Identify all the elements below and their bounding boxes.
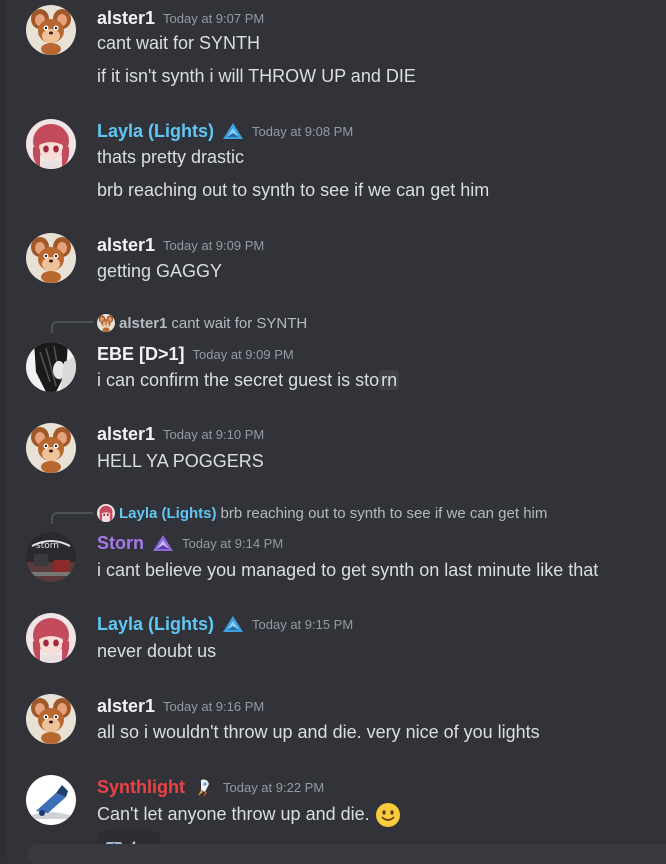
username[interactable]: alster1 xyxy=(97,696,155,717)
avatar-alster1[interactable] xyxy=(26,694,76,744)
message-header: alster1 Today at 9:09 PM xyxy=(97,233,264,257)
message-header: Layla (Lights) Today at 9:15 PM xyxy=(97,612,353,636)
timestamp[interactable]: Today at 9:15 PM xyxy=(252,617,353,632)
slightly-smiling-face-emoji-icon[interactable] xyxy=(375,802,401,828)
message-header: Synthlight Today at 9:22 PM xyxy=(97,775,324,799)
message-input-bar[interactable] xyxy=(28,844,666,864)
left-rail xyxy=(0,0,6,857)
avatar-layla[interactable] xyxy=(26,119,76,169)
username[interactable]: Synthlight xyxy=(97,777,185,798)
username[interactable]: alster1 xyxy=(97,424,155,445)
reply-preview[interactable]: alster1 cant wait for SYNTH xyxy=(97,313,307,333)
avatar-alster1[interactable] xyxy=(26,233,76,283)
username[interactable]: Layla (Lights) xyxy=(97,614,214,635)
highlighted-text: rn xyxy=(379,370,400,390)
username[interactable]: Storn xyxy=(97,533,144,554)
message-text: if it isn't synth i will THROW UP and DI… xyxy=(97,66,416,86)
rocket-role-icon[interactable] xyxy=(193,776,215,798)
message-header: alster1 Today at 9:16 PM xyxy=(97,694,264,718)
timestamp[interactable]: Today at 9:10 PM xyxy=(163,427,264,442)
username[interactable]: Layla (Lights) xyxy=(97,121,214,142)
role-triangle-icon[interactable] xyxy=(222,122,244,140)
reply-username[interactable]: alster1 xyxy=(119,315,167,332)
reply-username[interactable]: Layla (Lights) xyxy=(119,505,217,522)
avatar-ebe[interactable] xyxy=(26,342,76,392)
message-text: thats pretty drastic xyxy=(97,147,245,167)
reply-preview[interactable]: Layla (Lights) brb reaching out to synth… xyxy=(97,503,547,523)
message-text: HELL YA POGGERS xyxy=(97,451,264,471)
reply-spine xyxy=(51,512,93,524)
message-header: alster1 Today at 9:10 PM xyxy=(97,422,264,446)
message-text: i can confirm the secret guest is sto rn xyxy=(97,370,400,391)
username[interactable]: EBE [D>1] xyxy=(97,344,185,365)
message-text: i cant believe you managed to get synth … xyxy=(97,560,599,580)
avatar-alster1[interactable] xyxy=(26,423,76,473)
timestamp[interactable]: Today at 9:09 PM xyxy=(193,347,294,362)
role-triangle-icon[interactable] xyxy=(222,615,244,633)
username[interactable]: alster1 xyxy=(97,235,155,256)
message-header: Layla (Lights) Today at 9:08 PM xyxy=(97,119,353,143)
message-text-part: Can't let anyone throw up and die. xyxy=(97,803,370,824)
message-text: all so i wouldn't throw up and die. very… xyxy=(97,722,540,742)
timestamp[interactable]: Today at 9:14 PM xyxy=(182,536,283,551)
timestamp[interactable]: Today at 9:08 PM xyxy=(252,124,353,139)
reply-avatar xyxy=(97,314,115,332)
reply-spine xyxy=(51,321,93,333)
reply-avatar xyxy=(97,504,115,522)
reply-text[interactable]: cant wait for SYNTH xyxy=(171,315,307,332)
message-header: EBE [D>1] Today at 9:09 PM xyxy=(97,342,294,366)
timestamp[interactable]: Today at 9:16 PM xyxy=(163,699,264,714)
avatar-storn[interactable] xyxy=(26,532,76,582)
message-header: alster1 Today at 9:07 PM xyxy=(97,6,264,30)
message-header: Storn Today at 9:14 PM xyxy=(97,531,283,555)
message-text: never doubt us xyxy=(97,641,217,661)
message-text: cant wait for SYNTH xyxy=(97,33,261,53)
message-text: brb reaching out to synth to see if we c… xyxy=(97,180,490,200)
username[interactable]: alster1 xyxy=(97,8,155,29)
timestamp[interactable]: Today at 9:07 PM xyxy=(163,11,264,26)
message-text: getting GAGGY xyxy=(97,261,223,281)
timestamp[interactable]: Today at 9:09 PM xyxy=(163,238,264,253)
avatar-layla[interactable] xyxy=(26,613,76,663)
message-text-part: i can confirm the secret guest is sto xyxy=(97,370,380,390)
role-triangle-icon[interactable] xyxy=(152,534,174,552)
avatar-alster1[interactable] xyxy=(26,5,76,55)
timestamp[interactable]: Today at 9:22 PM xyxy=(223,780,324,795)
reply-text[interactable]: brb reaching out to synth to see if we c… xyxy=(221,505,548,522)
message-text: Can't let anyone throw up and die. xyxy=(97,802,401,828)
avatar-synthlight[interactable] xyxy=(26,775,76,825)
